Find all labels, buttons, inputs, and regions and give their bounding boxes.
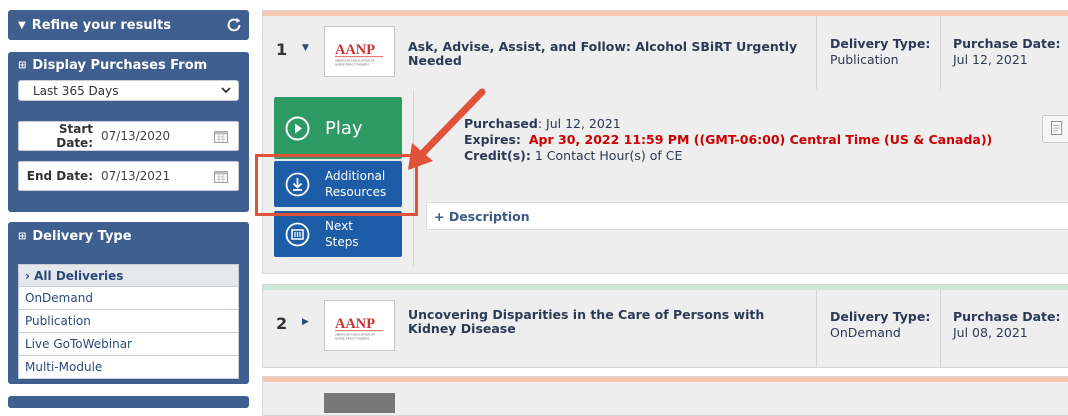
divider <box>940 290 941 368</box>
purchase-date-value: Jul 12, 2021 <box>953 52 1028 67</box>
filter-label: › <box>25 268 35 283</box>
divider <box>816 16 817 89</box>
highlight-box <box>255 154 418 216</box>
result-title[interactable]: Uncovering Disparities in the Care of Pe… <box>408 308 808 336</box>
purchase-date-label: Purchase Date: <box>953 36 1061 51</box>
filter-label: Publication <box>25 314 91 328</box>
result-header[interactable]: 2 ▶ AANP AMERICAN ASSOCIATION OF NURSE P… <box>263 290 1068 364</box>
play-button[interactable]: Play <box>274 97 402 159</box>
description-label: + Description <box>434 208 530 224</box>
product-thumbnail[interactable]: AANP AMERICAN ASSOCIATION OF NURSE PRACT… <box>324 300 395 351</box>
date-range-select[interactable]: Last 365 Days <box>18 80 239 101</box>
svg-text:NURSE PRACTITIONERS: NURSE PRACTITIONERS <box>335 62 369 66</box>
filter-label: Multi-Module <box>25 360 103 374</box>
filter-label: OnDemand <box>25 291 93 305</box>
expires-label: Expires: <box>464 132 521 147</box>
label-line: Next <box>325 219 353 233</box>
next-panel <box>8 396 249 408</box>
date-range-value: Last 365 Days <box>33 83 119 98</box>
refine-title: Refine your results <box>31 17 171 33</box>
play-label: Play <box>325 117 363 139</box>
end-date-label: End Date: <box>26 169 93 183</box>
chevron-down-icon <box>221 87 231 94</box>
svg-text:AANP: AANP <box>335 42 375 58</box>
result-title[interactable]: Ask, Advise, Assist, and Follow: Alcohol… <box>408 40 808 68</box>
filter-label: Live GoToWebinar <box>25 337 132 351</box>
filter-multi-module[interactable]: Multi-Module <box>18 356 239 379</box>
caret-down-icon: ▼ <box>18 19 26 31</box>
expires-value: Apr 30, 2022 11:59 PM ((GMT-06:00) Centr… <box>528 132 993 147</box>
start-date-field[interactable]: Start Date: 07/13/2020 <box>18 121 239 151</box>
document-icon <box>1050 121 1063 136</box>
purchased-label: Purchased <box>464 116 538 131</box>
delivery-title: Delivery Type <box>32 228 132 244</box>
result-number: 1 <box>276 40 288 59</box>
calendar-icon[interactable] <box>214 130 228 143</box>
start-date-label: Start Date: <box>56 122 93 150</box>
sidebar: ▼ Refine your results ⊞ Display Purchase… <box>0 0 256 408</box>
purchases-title: Display Purchases From <box>32 57 208 73</box>
next-steps-icon <box>285 222 310 246</box>
purchase-date-value: Jul 08, 2021 <box>953 325 1028 340</box>
delivery-header: ⊞ Delivery Type <box>8 222 249 250</box>
aanp-logo: AANP AMERICAN ASSOCIATION OF NURSE PRACT… <box>335 42 384 66</box>
card-accent <box>263 377 1068 382</box>
product-thumbnail[interactable]: AANP AMERICAN ASSOCIATION OF NURSE PRACT… <box>324 26 395 77</box>
refine-panel: ▼ Refine your results <box>8 10 249 40</box>
start-date-value[interactable]: 07/13/2020 <box>101 129 170 143</box>
credits-label: Credit(s): <box>464 148 531 163</box>
grid-icon: ⊞ <box>18 59 27 71</box>
calendar-icon[interactable] <box>214 170 228 183</box>
filter-all-deliveries[interactable]: › All Deliveries <box>18 264 239 287</box>
document-button[interactable] <box>1042 115 1068 143</box>
purchased-value: : Jul 12, 2021 <box>537 116 621 131</box>
next-steps-label: Next Steps <box>325 218 359 250</box>
grid-icon: ⊞ <box>18 230 27 242</box>
result-card: 2 ▶ AANP AMERICAN ASSOCIATION OF NURSE P… <box>262 284 1068 368</box>
delivery-type-label: Delivery Type: <box>830 36 931 51</box>
delivery-filter-list: › All Deliveries OnDemand Publication Li… <box>18 264 239 379</box>
refine-header[interactable]: ▼ Refine your results <box>8 10 249 40</box>
label-line: Steps <box>325 235 359 249</box>
aanp-logo: AANP AMERICAN ASSOCIATION OF NURSE PRACT… <box>335 316 384 340</box>
result-number: 2 <box>276 314 288 333</box>
end-date-field[interactable]: End Date: 07/13/2021 <box>18 161 239 191</box>
end-date-value[interactable]: 07/13/2021 <box>101 169 170 183</box>
credits-value: 1 Contact Hour(s) of CE <box>534 148 683 163</box>
delivery-type-value: OnDemand <box>830 325 901 340</box>
next-steps-button[interactable]: Next Steps <box>274 211 402 257</box>
play-icon <box>285 116 310 140</box>
purchase-date-label: Purchase Date: <box>953 309 1061 324</box>
filter-publication[interactable]: Publication <box>18 310 239 333</box>
filter-label: All Deliveries <box>34 268 124 283</box>
result-header[interactable]: 1 ▼ AANP AMERICAN ASSOCIATION OF NURSE P… <box>263 16 1068 90</box>
delivery-type-value: Publication <box>830 52 899 67</box>
result-card <box>262 376 1068 416</box>
expand-caret-icon[interactable]: ▶ <box>302 317 309 327</box>
expand-caret-icon[interactable]: ▼ <box>302 43 309 53</box>
refresh-icon[interactable] <box>225 16 243 34</box>
divider <box>940 16 941 89</box>
purchases-panel: ⊞ Display Purchases From Last 365 Days S… <box>8 52 249 212</box>
filter-ondemand[interactable]: OnDemand <box>18 287 239 310</box>
svg-text:AANP: AANP <box>335 316 375 332</box>
purchases-header: ⊞ Display Purchases From <box>8 52 249 78</box>
delivery-type-label: Delivery Type: <box>830 309 931 324</box>
divider <box>816 290 817 368</box>
product-thumbnail[interactable] <box>324 393 395 413</box>
filter-live-gotowebinar[interactable]: Live GoToWebinar <box>18 333 239 356</box>
purchase-info: Purchased: Jul 12, 2021 Expires: Apr 30,… <box>464 116 992 164</box>
svg-text:NURSE PRACTITIONERS: NURSE PRACTITIONERS <box>335 336 369 340</box>
description-toggle[interactable]: + Description <box>426 202 1068 230</box>
